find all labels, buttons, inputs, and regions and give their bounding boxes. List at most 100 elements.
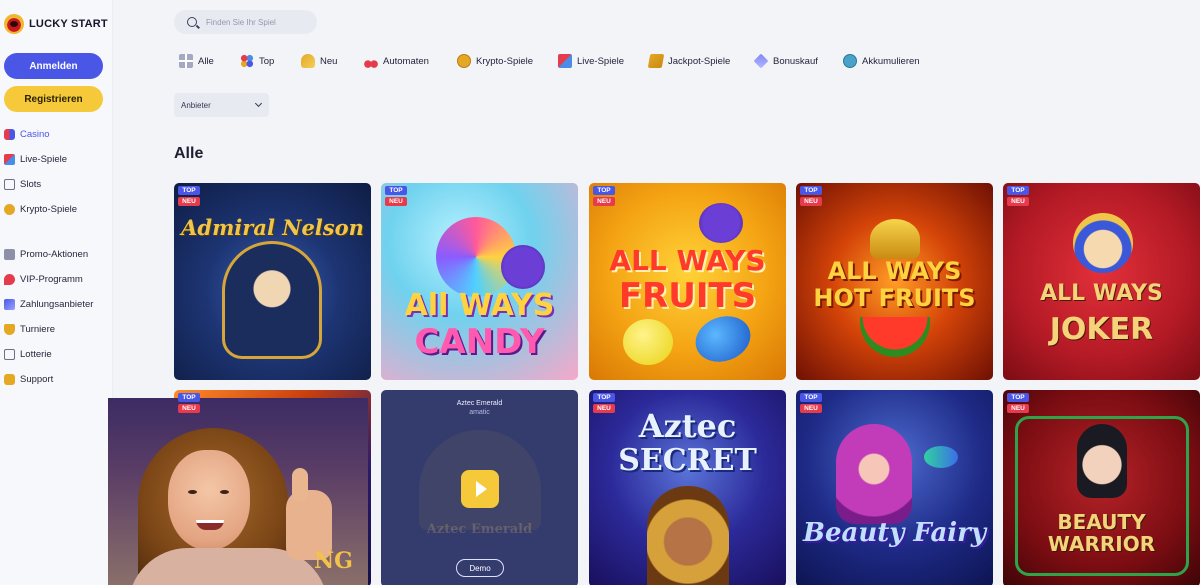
sidebar-item-krypto-spiele[interactable]: Krypto-Spiele [4,202,77,216]
game-title-line1: Aztec [638,407,737,445]
fairy-graphic [836,424,912,524]
joker-face-graphic [1073,213,1133,273]
demo-button[interactable]: Demo [456,559,504,577]
sidebar-item-zahlungsanbieter[interactable]: Zahlungsanbieter [4,297,93,311]
new-badge: NEU [800,197,822,206]
grid-icon [179,54,193,68]
game-title-line2: FRUITS [618,276,757,316]
sidebar-item-casino[interactable]: Casino [4,127,50,141]
eye [220,490,229,494]
top-badge: TOP [1007,186,1029,195]
badge-group: TOP NEU [800,393,822,413]
sidebar-item-live-spiele[interactable]: Live-Spiele [4,152,67,166]
game-tile-all-ways-fruits[interactable]: TOP NEU ALL WAYS FRUITS [589,183,786,380]
tab-bonuskauf[interactable]: Bonuskauf [753,52,818,70]
badge-group: TOP NEU [178,393,200,413]
badge-group: TOP NEU [800,186,822,206]
tab-label: Jackpot-Spiele [668,55,731,67]
top-badge: TOP [385,186,407,195]
tab-label: Automaten [383,55,429,67]
sidebar-item-support[interactable]: Support [4,372,53,386]
game-tile-all-ways-joker[interactable]: TOP NEU ALL WAYS JOKER [1003,183,1200,380]
sidebar-item-lotterie[interactable]: Lotterie [4,347,52,361]
game-provider: amatic [469,409,490,416]
sidebar-item-promo-aktionen[interactable]: Promo-Aktionen [4,247,88,261]
tab-label: Neu [320,55,338,67]
game-title-line1: ALL WAYS [827,257,962,285]
provider-dropdown[interactable]: Anbieter [174,93,269,117]
game-title: Beauty Fairy [802,518,986,548]
game-title-line1: ALL WAYS [609,244,766,277]
sidebar-item-label: Lotterie [20,348,52,360]
tab-live-spiele[interactable]: Live-Spiele [558,52,624,70]
top-badge: TOP [178,393,200,402]
game-tile-aztec-emerald[interactable]: Aztec Emerald amatic Aztec Emerald Demo [381,390,578,585]
sidebar-item-label: Promo-Aktionen [20,248,89,260]
badge-group: TOP NEU [593,186,615,206]
top-badge: TOP [800,186,822,195]
sidebar-item-label: Krypto-Spiele [20,203,78,215]
bell-graphic [870,219,920,259]
plum-graphic [689,308,757,370]
sidebar-item-slots[interactable]: Slots [4,177,41,191]
provider-label: Anbieter [181,100,211,110]
game-title-partial: NG [314,548,353,574]
tab-label: Top [259,55,275,67]
tab-top[interactable]: Top [240,52,274,70]
ticket-icon [4,348,15,360]
tab-label: Akkumulieren [862,55,920,67]
sidebar-item-vip-programm[interactable]: VIP-Programm [4,272,83,286]
smile [196,520,224,530]
coin-icon [457,54,471,68]
sidebar-item-label: Slots [20,178,42,190]
badge-group: TOP NEU [1007,186,1029,206]
game-title-line1: ALL WAYS [1040,281,1163,306]
game-tile-all-ways-hot-fruits[interactable]: TOP NEU ALL WAYS HOT FRUITS [796,183,993,380]
jackpot-icon [647,54,665,68]
cherry-icon [364,54,378,68]
top-badge: TOP [178,186,200,195]
game-tile-admiral-nelson[interactable]: TOP NEU Admiral Nelson [174,183,371,380]
game-tile-beauty-warrior[interactable]: TOP NEU BEAUTY WARRIOR [1003,390,1200,585]
aztec-warrior-graphic [647,486,729,585]
tab-akkumulieren[interactable]: Akkumulieren [843,52,920,70]
game-tile-aztec-secret[interactable]: TOP NEU Aztec SECRET [589,390,786,585]
tab-label: Live-Spiele [577,55,624,67]
play-icon[interactable] [461,470,499,508]
tab-alle[interactable]: Alle [179,52,214,70]
tab-automaten[interactable]: Automaten [364,52,429,70]
badge-group: TOP NEU [593,393,615,413]
streamer-face [168,450,250,550]
sidebar-item-label: Casino [20,128,50,140]
grapes-graphic [501,245,545,289]
game-tile-beauty-fairy[interactable]: TOP NEU Beauty Fairy [796,390,993,585]
register-button[interactable]: Registrieren [4,86,103,112]
login-button[interactable]: Anmelden [4,53,103,79]
search-bar[interactable] [174,10,317,34]
search-input[interactable] [206,17,306,27]
badge-group: TOP NEU [1007,393,1029,413]
game-title-line2: SECRET [618,443,757,478]
game-title-line1: All WAYS [404,288,555,323]
grapes-graphic [699,203,743,243]
sidebar-item-turniere[interactable]: Turniere [4,322,55,336]
new-badge: NEU [178,404,200,413]
warrior-graphic [1077,424,1127,498]
top-badge: TOP [593,186,615,195]
top-badge: TOP [593,393,615,402]
sidebar: LUCKY START Anmelden Registrieren Casino… [0,0,113,585]
live-icon [4,153,15,165]
logo[interactable]: LUCKY START [4,14,108,34]
slots-icon [4,178,15,190]
ladybug-logo-icon [4,14,24,34]
game-tile-all-ways-candy[interactable]: TOP NEU All WAYS CANDY [381,183,578,380]
game-title-line2: WARRIOR [1047,532,1156,556]
top-badge: TOP [800,393,822,402]
badge-group: TOP NEU [385,186,407,206]
tab-jackpot-spiele[interactable]: Jackpot-Spiele [647,52,731,70]
tab-krypto-spiele[interactable]: Krypto-Spiele [457,52,533,70]
tab-neu[interactable]: Neu [301,52,337,70]
new-badge: NEU [800,404,822,413]
tab-label: Bonuskauf [773,55,818,67]
casino-icon [4,128,15,140]
